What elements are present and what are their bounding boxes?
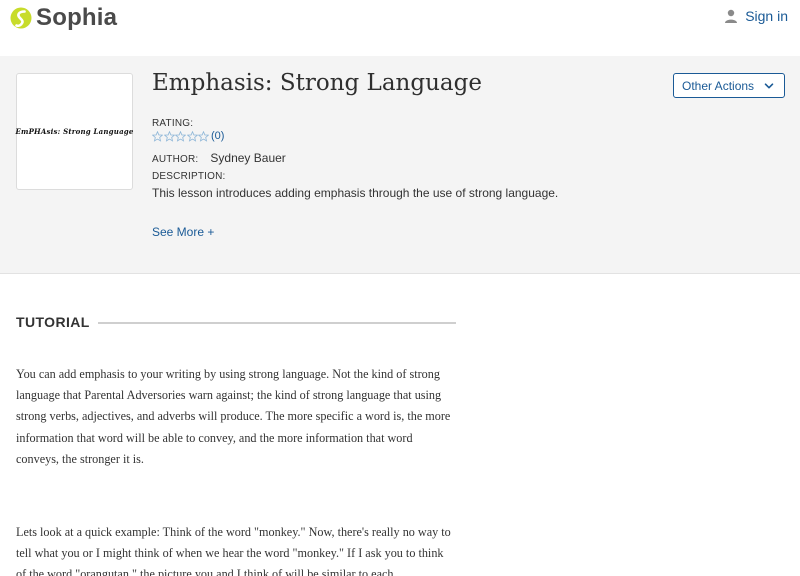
tutorial-heading: TUTORIAL [16, 314, 456, 330]
sign-in-label: Sign in [745, 8, 788, 24]
lesson-header: EmPHAsis: Strong Language Emphasis: Stro… [0, 56, 800, 274]
see-more-link[interactable]: See More + [152, 225, 214, 239]
star-icon [186, 130, 198, 142]
sign-in-link[interactable]: Sign in [724, 8, 788, 24]
star-icon [152, 130, 163, 142]
lesson-description: This lesson introduces adding emphasis t… [152, 186, 559, 200]
star-icon [175, 130, 187, 142]
author-row: AUTHOR: Sydney Bauer [152, 151, 286, 165]
rating-row: (0) [152, 130, 224, 142]
other-actions-label: Other Actions [682, 78, 755, 93]
chevron-down-icon [764, 82, 774, 88]
author-name: Sydney Bauer [210, 151, 286, 165]
user-icon [725, 9, 738, 23]
sophia-logo-icon [10, 7, 32, 29]
rating-stars[interactable] [152, 130, 210, 142]
rating-label: RATING: [152, 118, 194, 129]
lesson-thumbnail: EmPHAsis: Strong Language [15, 73, 134, 190]
tutorial-divider [97, 322, 456, 324]
top-bar: Sophia Sign in [0, 0, 800, 56]
author-label: AUTHOR: [152, 154, 199, 165]
tutorial-label: TUTORIAL [16, 314, 90, 330]
star-icon [198, 130, 210, 142]
sophia-logo[interactable]: Sophia [10, 4, 117, 32]
tutorial-paragraph: You can add emphasis to your writing by … [16, 367, 451, 466]
tutorial-paragraph: Lets look at a quick example: Think of t… [16, 525, 451, 576]
description-label: DESCRIPTION: [152, 171, 226, 182]
logo-text: Sophia [36, 4, 118, 31]
thumbnail-text: EmPHAsis: Strong Language [15, 127, 134, 136]
star-icon [163, 130, 175, 142]
other-actions-button[interactable]: Other Actions [673, 73, 785, 98]
rating-count[interactable]: (0) [211, 130, 224, 142]
lesson-title: Emphasis: Strong Language [152, 70, 482, 96]
